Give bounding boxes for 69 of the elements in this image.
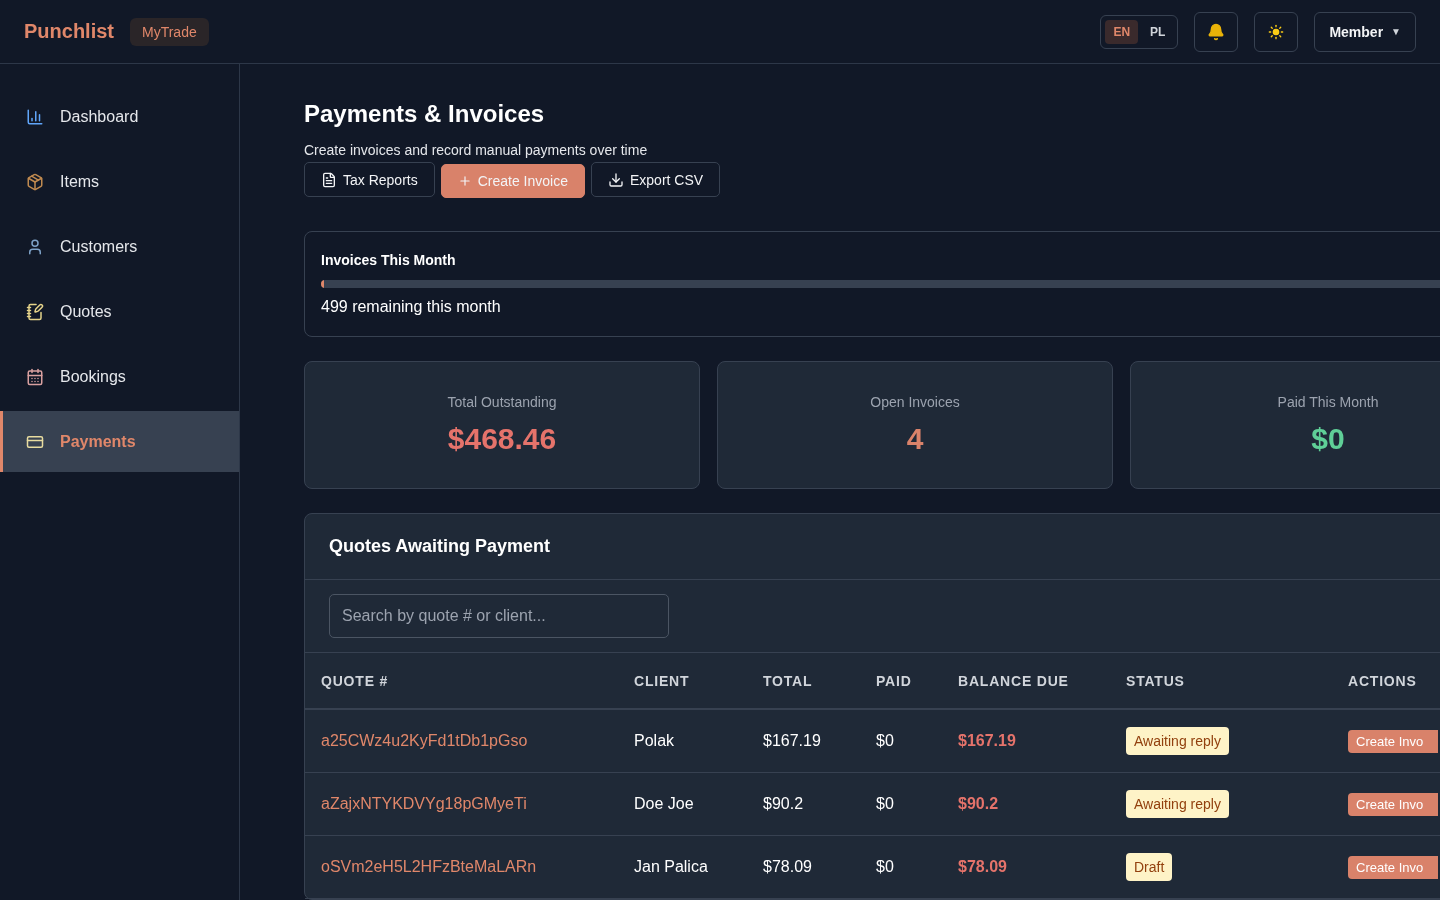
balance-due: $90.2 (958, 795, 1000, 813)
table-cell-text: $0 (876, 732, 895, 750)
calendar-icon (26, 367, 44, 386)
sidebar-label: Quotes (60, 302, 112, 321)
panel-title: Quotes Awaiting Payment (305, 514, 1440, 580)
status-badge: Awaiting reply (1126, 727, 1229, 755)
download-icon (608, 171, 624, 188)
table-cell-text: $0 (876, 858, 895, 876)
quote-link[interactable]: oSVm2eH5L2HFzBteMaLARn (321, 858, 537, 875)
table-cell-text: Doe Joe (634, 795, 695, 813)
plus-icon (457, 174, 472, 188)
brand-name: Punchlist (24, 20, 114, 43)
stat-value: $468.46 (447, 422, 557, 456)
status-badge: Draft (1126, 853, 1173, 881)
table-cell-text: $90.2 (763, 795, 805, 813)
document-icon (321, 171, 337, 188)
page-title: Payments & Invoices (304, 100, 546, 128)
user-menu-button[interactable]: Member ▼ (1314, 11, 1416, 52)
table-cell-text: Polak (634, 732, 676, 750)
column-header: STATUS (1126, 672, 1186, 689)
bell-icon (1207, 22, 1226, 41)
stat-value: 4 (906, 422, 924, 456)
stat-label: Total Outstanding (447, 394, 557, 410)
usage-title: Invoices This Month (321, 252, 457, 268)
bar-chart-icon (26, 107, 44, 126)
quote-link[interactable]: a25CWz4u2KyFd1tDb1pGso (321, 732, 528, 749)
table-cell-text: $78.09 (763, 858, 813, 876)
sidebar-item[interactable]: Payments (0, 411, 239, 472)
sidebar-item[interactable]: Dashboard (0, 86, 239, 147)
export-button[interactable]: Export CSV (591, 162, 721, 197)
reports-button[interactable]: Tax Reports (304, 162, 435, 197)
status-badge: Awaiting reply (1126, 790, 1229, 818)
sidebar-label: Items (60, 172, 100, 191)
table-cell-text: $0 (876, 795, 895, 813)
language-option[interactable]: EN (1105, 19, 1139, 44)
caret-icon: ▼ (1391, 26, 1401, 37)
stat-label: Paid This Month (1277, 394, 1379, 410)
sidebar-label: Bookings (60, 367, 126, 386)
balance-due: $167.19 (958, 732, 1017, 750)
user-icon (26, 237, 44, 256)
quote-link[interactable]: aZajxNTYKDVYg18pGMyeTi (321, 795, 527, 812)
column-header: TOTAL (763, 672, 814, 689)
sidebar-item[interactable]: Items (0, 151, 239, 212)
balance-due: $78.09 (958, 858, 1008, 876)
language-option[interactable]: PL (1142, 19, 1174, 44)
sidebar-label: Dashboard (60, 107, 139, 126)
notepad-icon (26, 302, 44, 321)
sidebar-item[interactable]: Quotes (0, 281, 239, 342)
sidebar-item[interactable]: Bookings (0, 346, 239, 407)
search-field[interactable]: Search by quote # or client... (329, 594, 669, 638)
stat-label: Open Invoices (870, 394, 960, 410)
sun-icon (1268, 23, 1285, 40)
column-header: ACTIONS (1348, 672, 1418, 689)
sidebar-label: Payments (60, 432, 136, 451)
usage-reading: 499 remaining this month (321, 298, 502, 316)
page-subtitle: Create invoices and record manual payments over time (304, 142, 649, 158)
workspace-badge: MyTrade (130, 17, 209, 46)
table-cell-text: $167.19 (763, 732, 822, 750)
sidebar-label: Customers (60, 237, 138, 256)
sidebar-item[interactable]: Customers (0, 216, 239, 277)
table-cell-text: Jan Palica (634, 858, 709, 876)
package-icon (26, 172, 44, 191)
notifications-button[interactable] (1194, 11, 1239, 52)
column-header: PAID (876, 672, 913, 689)
stat-value: $0 (1311, 422, 1345, 456)
column-header: BALANCE DUE (958, 672, 1070, 689)
column-header: CLIENT (634, 672, 691, 689)
column-header: QUOTE # (321, 672, 390, 689)
theme-button[interactable] (1254, 11, 1299, 52)
